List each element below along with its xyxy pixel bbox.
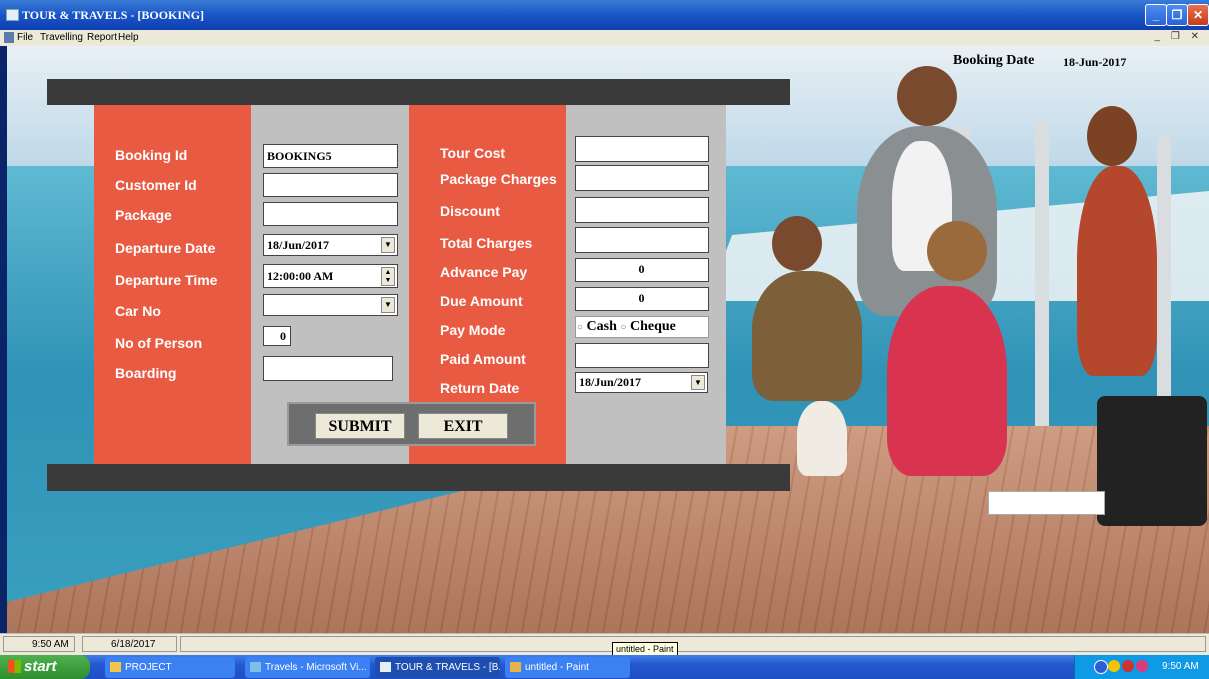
status-time: 9:50 AM bbox=[3, 636, 75, 652]
advance-pay-label: Advance Pay bbox=[440, 264, 528, 280]
package-charges-label: Package Charges bbox=[440, 171, 557, 187]
departure-time-value: 12:00:00 AM bbox=[267, 269, 334, 283]
tooltip: untitled - Paint bbox=[612, 642, 678, 656]
task-vb[interactable]: Travels - Microsoft Vi... bbox=[245, 657, 370, 678]
pay-mode-label: Pay Mode bbox=[440, 322, 506, 338]
man-head bbox=[897, 66, 957, 126]
paid-amount-field[interactable] bbox=[575, 343, 709, 368]
boy-head bbox=[772, 216, 822, 271]
package-label: Package bbox=[115, 207, 172, 223]
task-label: untitled - Paint bbox=[525, 662, 589, 673]
window-title: TOUR & TRAVELS - [BOOKING] bbox=[22, 8, 205, 22]
vb-icon bbox=[250, 662, 261, 672]
cheque-radio[interactable]: ○ bbox=[620, 322, 626, 333]
suitcase bbox=[1097, 396, 1207, 526]
girl-head bbox=[927, 221, 987, 281]
task-tour-travels[interactable]: TOUR & TRAVELS - [B... bbox=[375, 657, 500, 678]
form-header-strip bbox=[47, 79, 790, 105]
cash-radio[interactable]: ○ bbox=[577, 322, 583, 333]
customer-id-field[interactable] bbox=[263, 173, 398, 197]
maximize-button[interactable]: ❐ bbox=[1166, 4, 1188, 26]
chevron-down-icon[interactable]: ▼ bbox=[691, 375, 705, 390]
boy-shirt bbox=[752, 271, 862, 401]
task-project[interactable]: PROJECT bbox=[105, 657, 235, 678]
pier-post bbox=[1035, 121, 1049, 431]
tour-cost-label: Tour Cost bbox=[440, 145, 506, 161]
woman-dress bbox=[1077, 166, 1157, 376]
booking-id-field[interactable]: BOOKING5 bbox=[263, 144, 398, 168]
tray-clock: 9:50 AM bbox=[1162, 661, 1199, 672]
package-field[interactable] bbox=[263, 202, 398, 226]
status-panel bbox=[180, 636, 1206, 652]
menu-travelling[interactable]: Travelling bbox=[40, 32, 83, 43]
app-icon bbox=[6, 9, 19, 21]
mdi-window-controls[interactable]: _ ❐ ✕ bbox=[1155, 31, 1203, 42]
paint-icon bbox=[510, 662, 521, 672]
tour-cost-field[interactable] bbox=[575, 136, 709, 162]
app-icon bbox=[380, 662, 391, 672]
package-charges-field[interactable] bbox=[575, 165, 709, 191]
task-label: TOUR & TRAVELS - [B... bbox=[395, 662, 500, 673]
boarding-label: Boarding bbox=[115, 365, 177, 381]
network-icon[interactable] bbox=[1122, 660, 1134, 672]
departure-date-value: 18/Jun/2017 bbox=[267, 238, 330, 252]
boy-shorts bbox=[797, 401, 847, 476]
departure-date-label: Departure Date bbox=[115, 240, 216, 256]
woman-head bbox=[1087, 106, 1137, 166]
paid-amount-label: Paid Amount bbox=[440, 351, 526, 367]
customer-id-label: Customer Id bbox=[115, 177, 197, 193]
cheque-radio-label[interactable]: Cheque bbox=[630, 319, 676, 334]
booking-id-label: Booking Id bbox=[115, 147, 188, 163]
return-date-value: 18/Jun/2017 bbox=[579, 375, 642, 389]
total-charges-label: Total Charges bbox=[440, 235, 533, 251]
task-label: Travels - Microsoft Vi... bbox=[265, 662, 367, 673]
task-label: PROJECT bbox=[125, 662, 172, 673]
no-of-person-label: No of Person bbox=[115, 335, 203, 351]
menu-help[interactable]: Help bbox=[118, 32, 139, 43]
girl-dress bbox=[887, 286, 1007, 476]
no-of-person-field[interactable]: 0 bbox=[263, 326, 291, 346]
menu-bar bbox=[0, 30, 1209, 46]
windows-logo-icon bbox=[8, 660, 21, 673]
total-charges-field[interactable] bbox=[575, 227, 709, 253]
car-no-dropdown[interactable]: ▼ bbox=[263, 294, 398, 316]
task-paint[interactable]: untitled - Paint bbox=[505, 657, 630, 678]
discount-label: Discount bbox=[440, 203, 500, 219]
mdi-child-icon[interactable] bbox=[4, 32, 14, 43]
return-date-label: Return Date bbox=[440, 380, 520, 396]
antivirus-icon[interactable] bbox=[1136, 660, 1148, 672]
exit-button[interactable]: EXIT bbox=[418, 413, 508, 439]
departure-date-dropdown[interactable]: 18/Jun/2017 ▼ bbox=[263, 234, 398, 256]
return-date-dropdown[interactable]: 18/Jun/2017 ▼ bbox=[575, 372, 708, 393]
cash-radio-label[interactable]: Cash bbox=[587, 319, 617, 334]
advance-pay-field[interactable]: 0 bbox=[575, 258, 709, 282]
due-amount-label: Due Amount bbox=[440, 293, 523, 309]
pay-mode-group: ○ Cash ○ Cheque bbox=[575, 316, 709, 338]
car-no-label: Car No bbox=[115, 303, 161, 319]
pier-post bbox=[1157, 136, 1171, 426]
chevron-down-icon[interactable]: ▼ bbox=[381, 237, 395, 253]
boarding-field[interactable] bbox=[263, 356, 393, 381]
submit-button[interactable]: SUBMIT bbox=[315, 413, 405, 439]
close-button[interactable]: ✕ bbox=[1187, 4, 1209, 26]
status-date: 6/18/2017 bbox=[82, 636, 177, 652]
discount-field[interactable] bbox=[575, 197, 709, 223]
form-footer-strip bbox=[47, 464, 790, 491]
folder-icon bbox=[110, 662, 121, 672]
departure-time-picker[interactable]: 12:00:00 AM ▲ ▼ bbox=[263, 264, 398, 288]
unlabeled-field[interactable] bbox=[988, 491, 1105, 515]
chevron-down-icon[interactable]: ▼ bbox=[381, 297, 395, 313]
back-arrow-icon[interactable] bbox=[1094, 660, 1108, 674]
minimize-button[interactable]: _ bbox=[1145, 4, 1167, 26]
shield-icon[interactable] bbox=[1108, 660, 1120, 672]
menu-file[interactable]: File bbox=[17, 32, 33, 43]
departure-time-label: Departure Time bbox=[115, 272, 218, 288]
booking-date-value: 18-Jun-2017 bbox=[1063, 55, 1127, 69]
menu-report[interactable]: Report bbox=[87, 32, 117, 43]
spinner-icon[interactable]: ▲ ▼ bbox=[381, 267, 395, 286]
due-amount-field[interactable]: 0 bbox=[575, 287, 709, 311]
booking-date-label: Booking Date bbox=[953, 53, 1035, 68]
